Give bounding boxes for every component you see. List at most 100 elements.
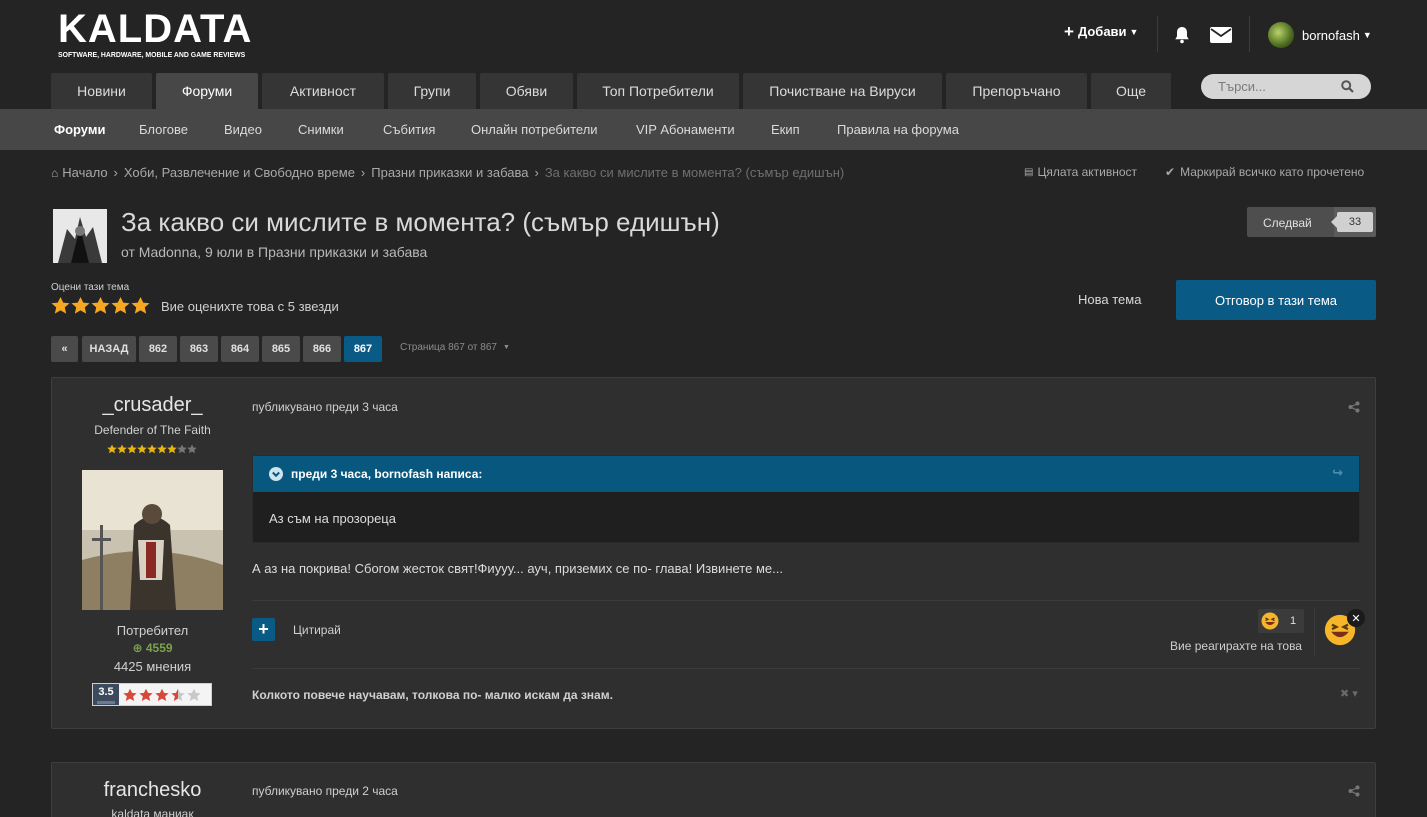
post-signature: Колкото повече научавам, толкова по- мал… bbox=[252, 688, 613, 702]
tab-virus-removal[interactable]: Почистване на Вируси bbox=[743, 73, 942, 109]
page-867-current[interactable]: 867 bbox=[344, 336, 382, 362]
rank-star-icon bbox=[107, 444, 117, 456]
tab-recommended[interactable]: Препоръчано bbox=[946, 73, 1087, 109]
bell-icon[interactable] bbox=[1172, 25, 1192, 45]
topic-forum-link[interactable]: Празни приказки и забава bbox=[258, 244, 427, 260]
sub-nav: Форуми Блогове Видео Снимки Събития Онла… bbox=[0, 109, 1427, 150]
username: bornofash bbox=[1302, 27, 1360, 43]
tab-top-users[interactable]: Топ Потребители bbox=[577, 73, 739, 109]
add-menu-button[interactable]: + Добави ▼ bbox=[1064, 23, 1139, 40]
home-icon: ⌂ bbox=[51, 165, 59, 180]
quote-block: преди 3 часа, bornofash написа: ↪ Аз съм… bbox=[252, 455, 1360, 543]
search-input[interactable]: Търси... bbox=[1201, 74, 1371, 99]
user-rating-value: 3.5 bbox=[93, 684, 119, 705]
page-865[interactable]: 865 bbox=[262, 336, 300, 362]
page-863[interactable]: 863 bbox=[180, 336, 218, 362]
logo-text: KALDATA bbox=[58, 7, 253, 51]
rank-star-icon bbox=[167, 444, 177, 456]
post-author-rank: Defender of The Faith bbox=[94, 423, 211, 437]
star-icon[interactable] bbox=[91, 296, 110, 318]
post-author-group: Потребител bbox=[116, 623, 189, 638]
user-menu-button[interactable]: bornofash ▼ bbox=[1268, 22, 1372, 48]
rank-star-icon bbox=[117, 444, 127, 456]
header-divider bbox=[1157, 16, 1158, 52]
site-header: KALDATA SOFTWARE, HARDWARE, MOBILE AND G… bbox=[0, 0, 1427, 109]
topic-author-link[interactable]: Madonna bbox=[139, 244, 197, 260]
breadcrumb-category[interactable]: Хоби, Развлечение и Свободно време bbox=[124, 165, 355, 180]
remove-reaction-icon[interactable]: ✕ bbox=[1347, 609, 1365, 627]
share-icon[interactable] bbox=[1348, 785, 1360, 797]
add-label: Добави bbox=[1077, 24, 1127, 39]
signature-options-icon[interactable]: ✖ ▾ bbox=[1340, 687, 1358, 700]
subnav-team[interactable]: Екип bbox=[771, 109, 800, 150]
rank-star-icon bbox=[137, 444, 147, 456]
header-divider bbox=[1249, 16, 1250, 52]
tab-more[interactable]: Още bbox=[1091, 73, 1171, 109]
subnav-vip[interactable]: VIP Абонаменти bbox=[636, 109, 735, 150]
site-logo[interactable]: KALDATA SOFTWARE, HARDWARE, MOBILE AND G… bbox=[58, 7, 253, 60]
star-icon[interactable] bbox=[51, 296, 70, 318]
logo-tagline: SOFTWARE, HARDWARE, MOBILE AND GAME REVI… bbox=[58, 50, 246, 59]
rank-star-icon bbox=[147, 444, 157, 456]
first-page-button[interactable]: « bbox=[51, 336, 78, 362]
post-timestamp[interactable]: публикувано преди 2 часа bbox=[252, 784, 398, 798]
subnav-video[interactable]: Видео bbox=[224, 109, 262, 150]
tab-forums[interactable]: Форуми bbox=[156, 73, 258, 109]
reaction-summary[interactable]: 1 bbox=[1258, 609, 1304, 633]
subnav-rules[interactable]: Правила на форума bbox=[837, 109, 959, 150]
page-866[interactable]: 866 bbox=[303, 336, 341, 362]
page-864[interactable]: 864 bbox=[221, 336, 259, 362]
topic-title: За какво си мислите в момента? (съмър ед… bbox=[121, 207, 720, 237]
share-icon[interactable] bbox=[1348, 401, 1360, 413]
star-icon[interactable] bbox=[71, 296, 90, 318]
rank-star-icon bbox=[157, 444, 167, 456]
quote-header[interactable]: преди 3 часа, bornofash написа: ↪ bbox=[253, 456, 1359, 492]
user-rating-widget: 3.5 bbox=[92, 683, 212, 706]
post-timestamp[interactable]: публикувано преди 3 часа bbox=[252, 400, 398, 414]
quote-link-arrow-icon[interactable]: ↪ bbox=[1332, 465, 1343, 481]
star-icon[interactable] bbox=[111, 296, 130, 318]
breadcrumb-forum[interactable]: Празни приказки и забава bbox=[371, 165, 528, 180]
page-info: Страница 867 от 867 bbox=[400, 342, 497, 353]
subnav-events[interactable]: Събития bbox=[383, 109, 435, 150]
post-author-avatar[interactable] bbox=[82, 470, 223, 610]
tab-news[interactable]: Новини bbox=[51, 73, 152, 109]
caret-down-icon: ▼ bbox=[502, 344, 510, 351]
page-862[interactable]: 862 bbox=[139, 336, 177, 362]
multiquote-add-button[interactable]: + bbox=[252, 618, 275, 641]
rating-star-icon bbox=[139, 688, 153, 702]
tab-ads[interactable]: Обяви bbox=[480, 73, 573, 109]
topic-rating-stars[interactable] bbox=[51, 296, 150, 318]
breadcrumb-home[interactable]: Начало bbox=[62, 165, 107, 180]
quote-button[interactable]: Цитирай bbox=[293, 623, 341, 637]
subnav-photos[interactable]: Снимки bbox=[298, 109, 344, 150]
topic-author-avatar[interactable] bbox=[53, 209, 107, 263]
chevron-down-circle-icon[interactable] bbox=[269, 467, 283, 481]
plus-circle-icon: ⊕ bbox=[132, 641, 143, 655]
tab-activity[interactable]: Активност bbox=[262, 73, 384, 109]
all-activity-label: Цялата активност bbox=[1037, 165, 1138, 179]
follow-button[interactable]: Следвай 33 bbox=[1247, 207, 1376, 237]
search-icon[interactable] bbox=[1341, 80, 1354, 93]
subnav-forums[interactable]: Форуми bbox=[54, 109, 105, 150]
page-jump-dropdown[interactable]: Страница 867 от 867 ▼ bbox=[400, 342, 510, 353]
check-icon: ✔ bbox=[1165, 165, 1176, 179]
reputation-badge: ⊕ 4559 bbox=[51, 641, 254, 655]
prev-page-button[interactable]: НАЗАД bbox=[82, 336, 136, 362]
post-body: А аз на покрива! Сбогом жесток свят!Фиуу… bbox=[252, 561, 783, 576]
reply-button[interactable]: Отговор в тази тема bbox=[1176, 280, 1376, 320]
post-author-name[interactable]: franchesko bbox=[51, 779, 254, 802]
tab-groups[interactable]: Групи bbox=[388, 73, 476, 109]
mark-read-link[interactable]: ✔ Маркирай всичко като прочетено bbox=[1165, 165, 1364, 179]
envelope-icon[interactable] bbox=[1210, 27, 1232, 43]
caret-down-icon: ▼ bbox=[1129, 26, 1139, 37]
reaction-count: 1 bbox=[1290, 615, 1297, 627]
all-activity-link[interactable]: ▤ Цялата активност bbox=[1024, 165, 1137, 179]
subnav-blogs[interactable]: Блогове bbox=[139, 109, 188, 150]
new-topic-button[interactable]: Нова тема bbox=[1078, 292, 1141, 307]
subnav-online-users[interactable]: Онлайн потребители bbox=[471, 109, 598, 150]
topic-meta: от Madonna, 9 юли в Празни приказки и за… bbox=[121, 244, 428, 260]
star-icon[interactable] bbox=[131, 296, 150, 318]
post-author-rank: kaldata маниак bbox=[111, 807, 194, 817]
post-author-name[interactable]: _crusader_ bbox=[51, 394, 254, 417]
